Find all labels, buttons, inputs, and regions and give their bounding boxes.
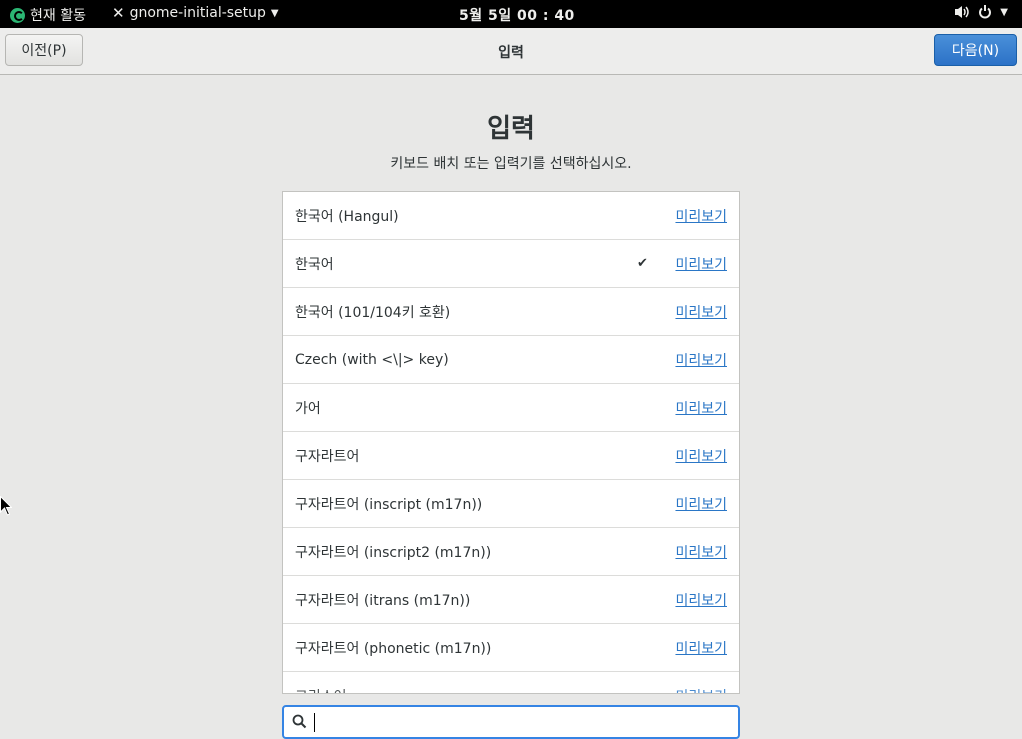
preview-link[interactable]: 미리보기 xyxy=(675,590,727,610)
preview-link[interactable]: 미리보기 xyxy=(675,206,727,226)
activities-label: 현재 활동 xyxy=(30,8,86,24)
input-source-name: 구자라트어 (inscript (m17n)) xyxy=(295,496,483,513)
list-item[interactable]: 구자라트어 (inscript (m17n)) 미리보기 xyxy=(283,480,739,528)
input-source-name: Czech (with <\|> key) xyxy=(295,351,449,368)
power-icon[interactable] xyxy=(978,5,992,19)
app-tools-icon: ✕ xyxy=(112,3,125,22)
preview-link[interactable]: 미리보기 xyxy=(675,494,727,514)
mouse-pointer-icon xyxy=(0,495,13,520)
input-source-name: 한국어 xyxy=(295,256,334,273)
preview-link[interactable]: 미리보기 xyxy=(675,254,727,274)
preview-link[interactable]: 미리보기 xyxy=(675,446,727,466)
page-description: 키보드 배치 또는 입력기를 선택하십시오. xyxy=(390,156,632,172)
input-source-name: 구자라트어 (itrans (m17n)) xyxy=(295,592,471,609)
input-source-name: 구자라트어 xyxy=(295,448,360,465)
input-source-name: 한국어 (101/104키 호환) xyxy=(295,304,451,321)
clock[interactable]: 5월 5일 00 : 40 xyxy=(459,5,575,25)
next-button[interactable]: 다음(N) xyxy=(934,34,1017,66)
preview-link[interactable]: 미리보기 xyxy=(675,398,727,418)
volume-icon[interactable] xyxy=(954,5,970,19)
header-title: 입력 xyxy=(498,45,524,61)
preview-link[interactable]: 미리보기 xyxy=(675,542,727,562)
app-menu[interactable]: ✕ gnome-initial-setup ▼ xyxy=(112,5,279,21)
preview-link[interactable]: 미리보기 xyxy=(675,302,727,322)
preview-link[interactable]: 미리보기 xyxy=(675,686,727,694)
search-field[interactable] xyxy=(282,705,740,739)
search-input[interactable] xyxy=(314,712,724,732)
header-bar: 이전(P) 입력 다음(N) xyxy=(0,28,1022,75)
preview-link[interactable]: 미리보기 xyxy=(675,350,727,370)
list-item[interactable]: 구자라트어 (inscript2 (m17n)) 미리보기 xyxy=(283,528,739,576)
system-tray[interactable]: ▼ xyxy=(954,5,1008,19)
preview-link[interactable]: 미리보기 xyxy=(675,638,727,658)
app-name: gnome-initial-setup xyxy=(129,5,266,21)
input-source-name: 구자라트어 (phonetic (m17n)) xyxy=(295,640,492,657)
list-item[interactable]: 가어 미리보기 xyxy=(283,384,739,432)
list-item[interactable]: 한국어 ✔ 미리보기 xyxy=(283,240,739,288)
page-title: 입력 xyxy=(487,114,535,144)
list-item[interactable]: 한국어 (101/104키 호환) 미리보기 xyxy=(283,288,739,336)
activities-button[interactable]: 현재 활동 xyxy=(10,5,86,25)
list-item[interactable]: 구자라트어 (phonetic (m17n)) 미리보기 xyxy=(283,624,739,672)
list-item[interactable]: 구자라트어 미리보기 xyxy=(283,432,739,480)
input-source-name: 가어 xyxy=(295,400,321,417)
input-source-name: 그리스어 xyxy=(295,686,347,694)
input-source-name: 한국어 (Hangul) xyxy=(295,208,399,225)
distro-logo-icon xyxy=(10,7,25,23)
list-item[interactable]: 그리스어 미리보기 xyxy=(283,672,739,694)
input-source-list[interactable]: 한국어 (Hangul) 미리보기 한국어 ✔ 미리보기 한국어 (101/10… xyxy=(282,191,740,694)
checkmark-icon: ✔ xyxy=(637,256,648,271)
search-icon xyxy=(292,714,307,733)
input-source-name: 구자라트어 (inscript2 (m17n)) xyxy=(295,544,492,561)
chevron-down-icon: ▼ xyxy=(270,7,279,19)
list-item[interactable]: Czech (with <\|> key) 미리보기 xyxy=(283,336,739,384)
list-item[interactable]: 한국어 (Hangul) 미리보기 xyxy=(283,192,739,240)
chevron-down-icon[interactable]: ▼ xyxy=(1000,7,1008,18)
text-caret xyxy=(314,713,315,732)
list-item[interactable]: 구자라트어 (itrans (m17n)) 미리보기 xyxy=(283,576,739,624)
top-bar: 현재 활동 ✕ gnome-initial-setup ▼ 5월 5일 00 :… xyxy=(0,0,1022,28)
